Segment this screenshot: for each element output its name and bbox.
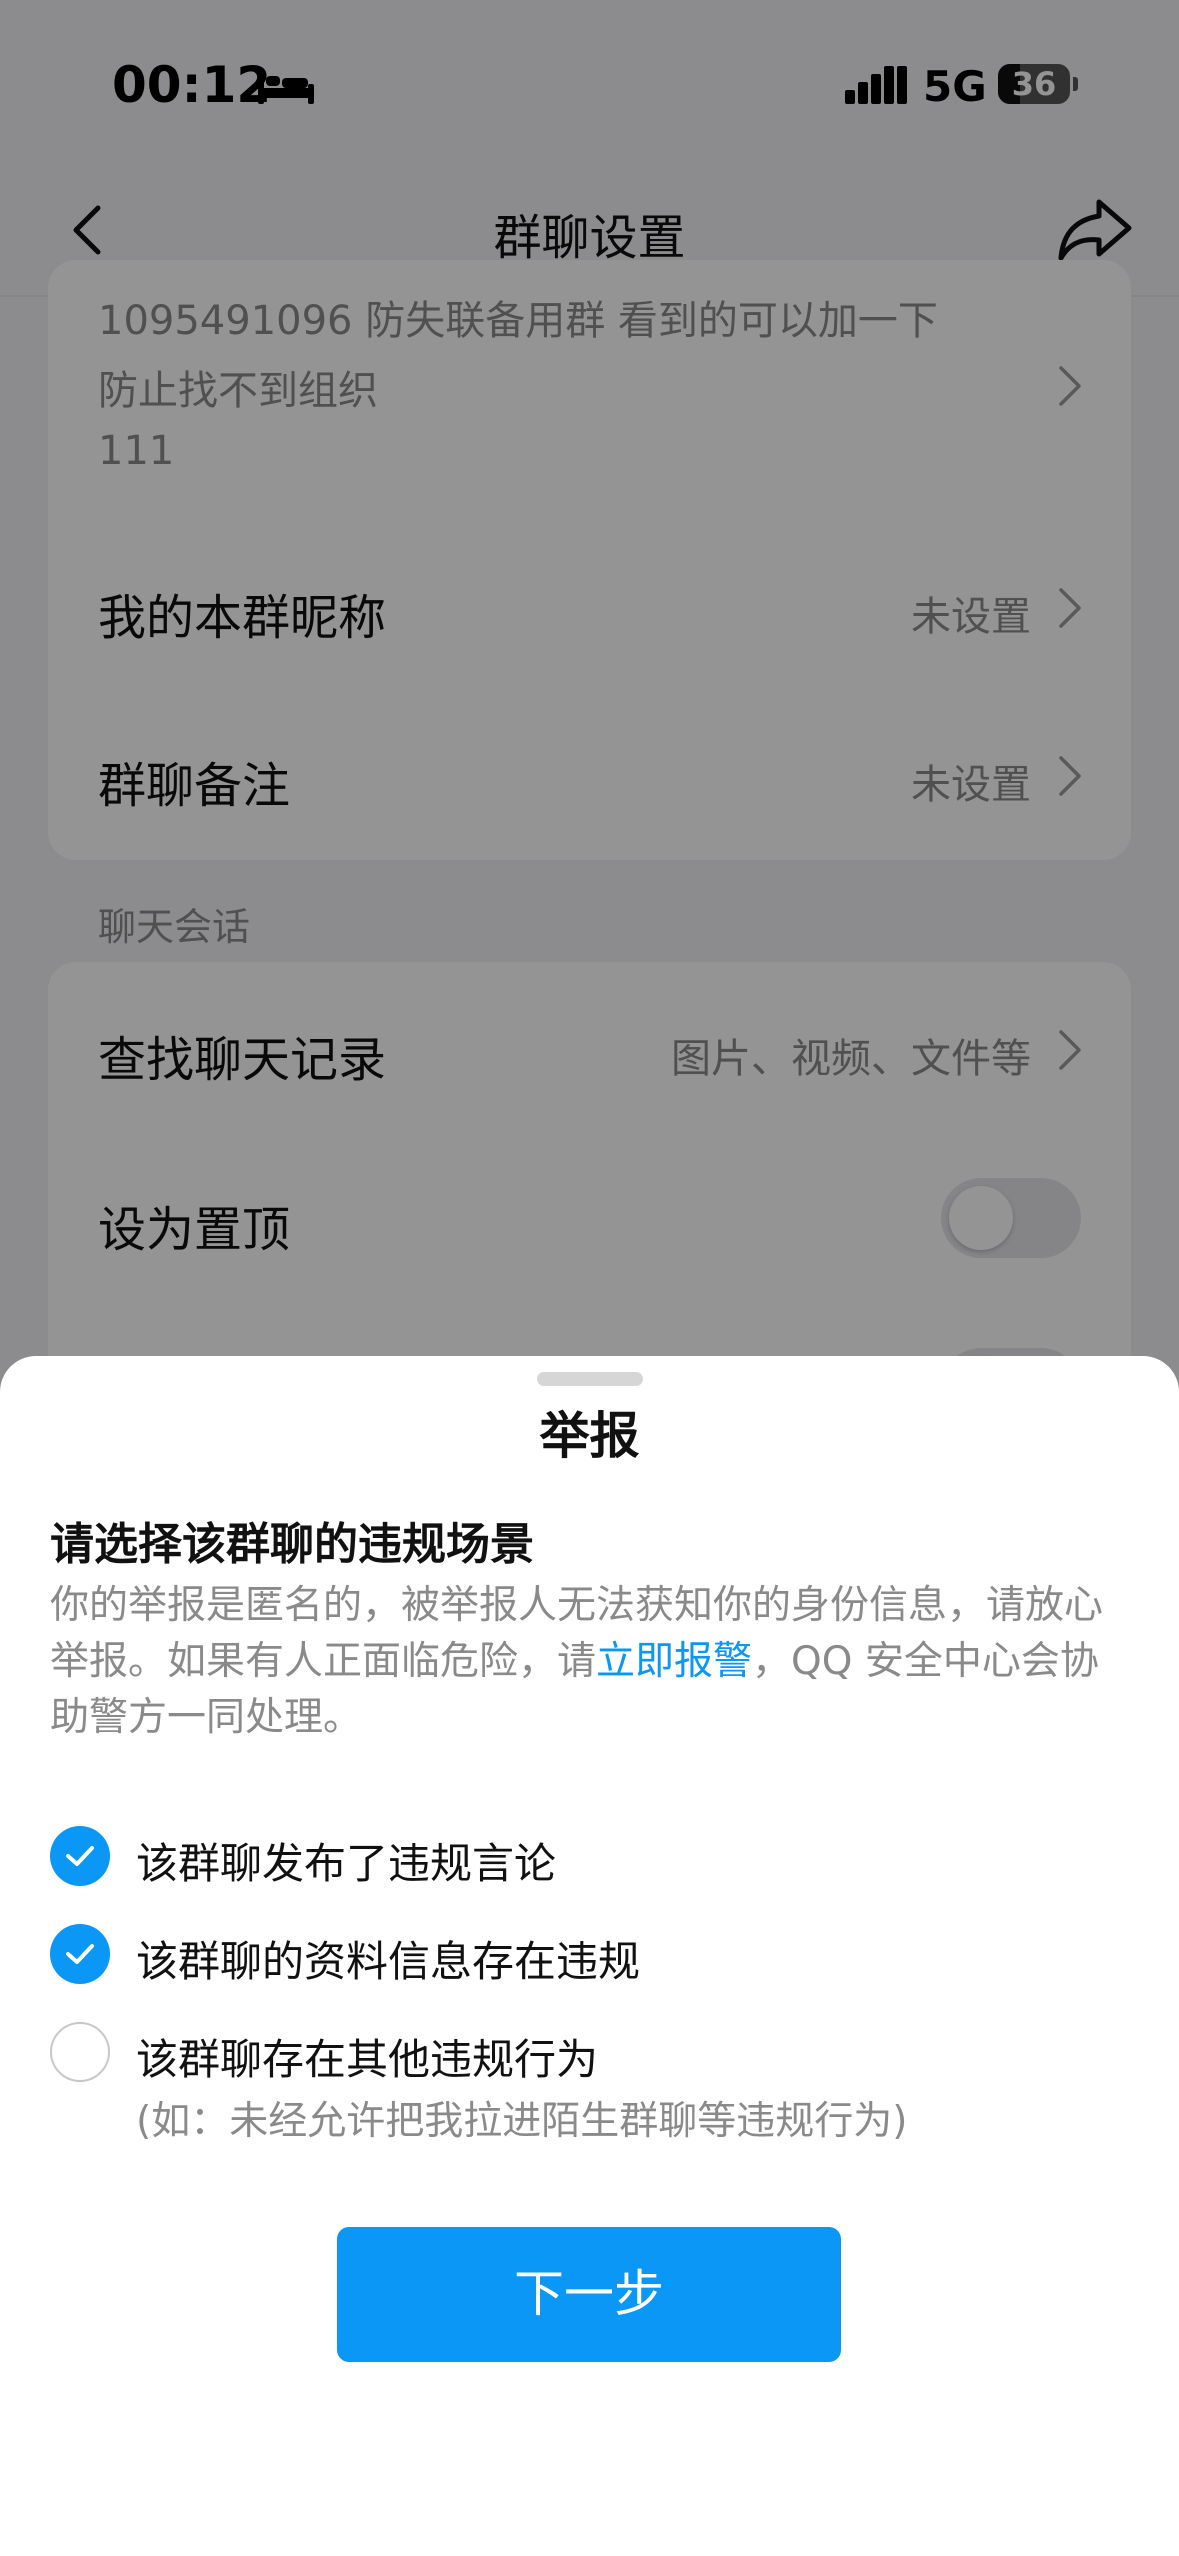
drag-handle[interactable] [537,1372,643,1386]
report-description: 你的举报是匿名的，被举报人无法获知你的身份信息，请放心举报。如果有人正面临危险，… [50,1578,1130,1746]
checkmark-icon [66,1944,94,1964]
report-option-speech[interactable]: 该群聊发布了违规言论 [50,1826,1130,1890]
option-label: 该群聊存在其他违规行为 [136,2035,599,2084]
report-option-profile[interactable]: 该群聊的资料信息存在违规 [50,1924,1130,1988]
option-hint: (如：未经允许把我拉进陌生群聊等违规行为) [136,2099,908,2144]
option-label: 该群聊发布了违规言论 [136,1839,557,1888]
sheet-title: 举报 [539,1407,640,1465]
checkbox-checked-icon[interactable] [50,1924,110,1984]
next-step-button[interactable]: 下一步 [337,2227,841,2362]
report-option-other[interactable]: 该群聊存在其他违规行为 (如：未经允许把我拉进陌生群聊等违规行为) [50,2022,1130,2144]
checkbox-unchecked-icon[interactable] [50,2022,110,2082]
report-sheet: 举报 请选择该群聊的违规场景 你的举报是匿名的，被举报人无法获知你的身份信息，请… [0,1356,1179,2556]
option-label: 该群聊的资料信息存在违规 [136,1937,641,1986]
call-police-link[interactable]: 立即报警 [596,1639,752,1684]
report-prompt: 请选择该群聊的违规场景 [50,1519,534,1570]
checkmark-icon [66,1846,94,1866]
checkbox-checked-icon[interactable] [50,1826,110,1886]
